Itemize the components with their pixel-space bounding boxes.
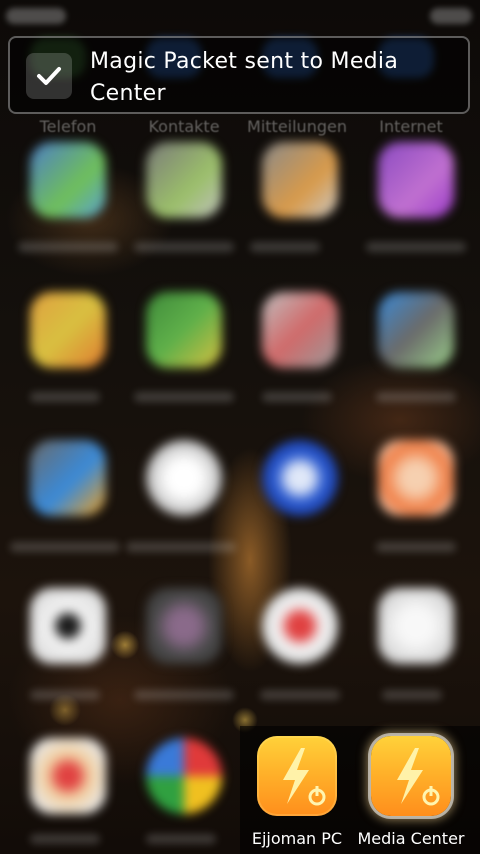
status-icons-left [6,8,66,24]
blurred-label [250,242,320,252]
app-label-kontakte: Kontakte [148,117,220,136]
notification-banner[interactable]: Magic Packet sent to Media Center [8,36,470,114]
app-label-media-center: Media Center [357,829,465,848]
folder-icon [146,142,222,218]
folder-icon [378,292,454,368]
status-icons-right [430,8,472,24]
folder-icon [30,142,106,218]
blurred-label [134,690,234,700]
app-label-telefon: Telefon [39,117,97,136]
clock-icon [146,440,222,516]
store-icon [378,440,454,516]
calendar-icon [262,440,338,516]
folder-icon [378,142,454,218]
blurred-label [376,542,456,552]
folder-icon [146,292,222,368]
blurred-label [126,542,236,552]
folder-icon [30,440,106,516]
browser-icon [146,738,222,814]
lightning-power-icon [257,736,337,816]
blurred-label [30,392,100,402]
blurred-label [30,834,100,844]
folder-icon [262,142,338,218]
blurred-label [134,392,234,402]
blurred-label [262,392,332,402]
photos-icon [30,738,106,814]
shortcut-tray: Ejjoman PC Media Center [240,726,480,854]
app-label-internet: Internet [379,117,443,136]
blurred-label [30,690,100,700]
app-label-mitteilungen: Mitteilungen [247,117,347,136]
app-icon [378,588,454,664]
blurred-label [146,834,216,844]
settings-icon [146,588,222,664]
blurred-label [366,242,466,252]
music-icon [262,588,338,664]
folder-icon [262,292,338,368]
app-media-center[interactable]: Media Center [358,736,465,854]
notification-message: Magic Packet sent to Media Center [90,49,399,106]
blurred-label [10,542,120,552]
lightning-power-icon [371,736,451,816]
camera-icon [30,588,106,664]
blurred-label [376,392,456,402]
blurred-label [382,690,442,700]
check-icon [26,53,72,99]
folder-icon [30,292,106,368]
blurred-label [134,242,234,252]
blurred-label [260,690,340,700]
app-ejjoman-pc[interactable]: Ejjoman PC [247,736,347,854]
blurred-label [18,242,118,252]
